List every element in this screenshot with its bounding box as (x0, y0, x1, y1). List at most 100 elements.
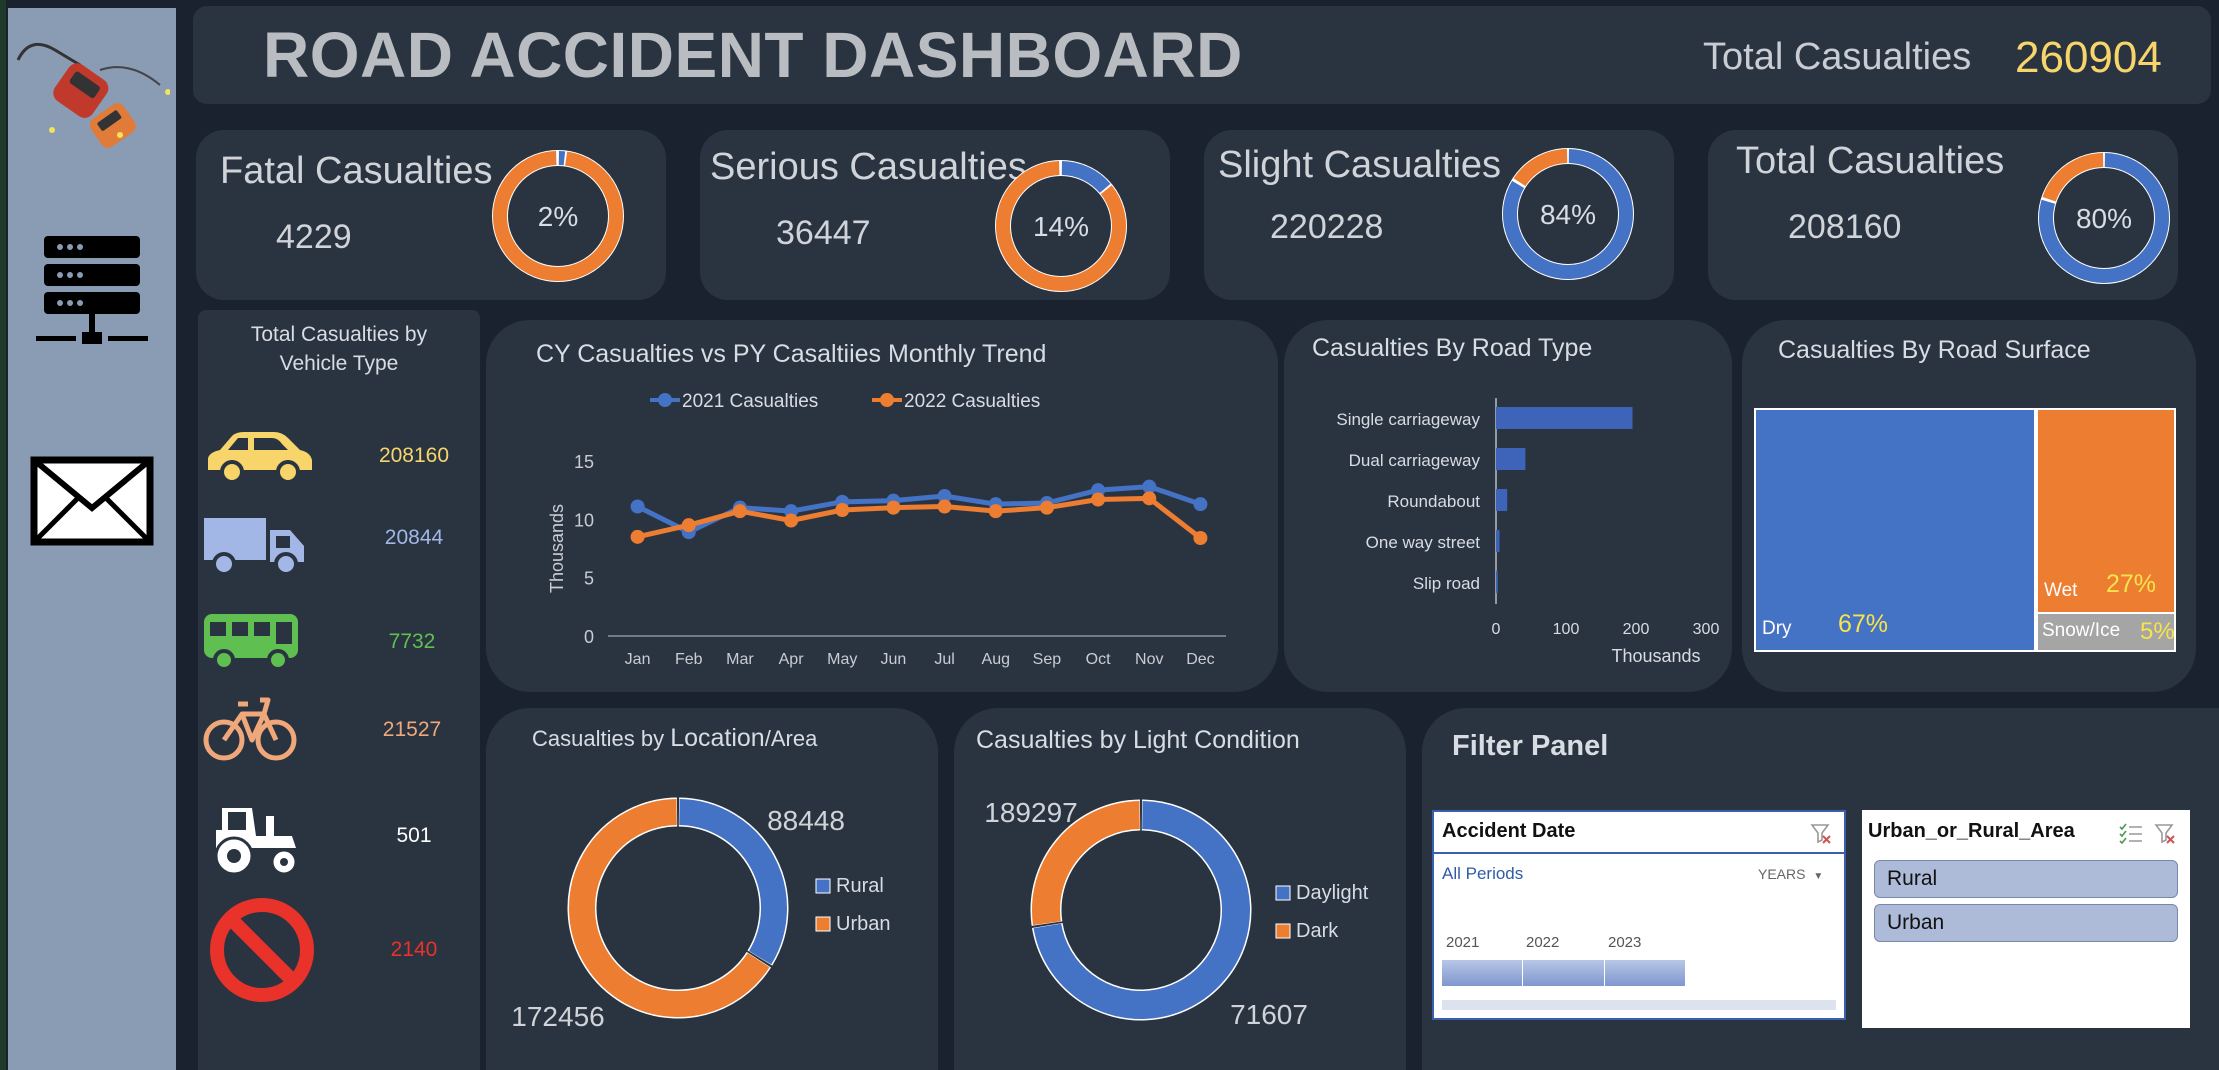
bar (1496, 530, 1500, 552)
all-periods-label[interactable]: All Periods (1442, 864, 1523, 884)
data-point (886, 500, 901, 515)
timeline-bar-2023[interactable] (1605, 960, 1685, 986)
vehicle-value: 2140 (390, 938, 438, 961)
vehicle-panel-title-line2: Vehicle Type (279, 352, 399, 375)
treemap-label: Dry (1762, 618, 1792, 639)
timeline-bar-2022[interactable] (1523, 960, 1605, 986)
legend-swatch (815, 878, 831, 894)
chevron-down-icon: ▼ (1813, 871, 1824, 882)
treemap-cell-dry: Dry 67% (1754, 408, 2036, 652)
prohibited-icon (210, 898, 314, 1002)
slice-value-label: 172456 (511, 1001, 604, 1032)
slicer-item-rural[interactable]: Rural (1874, 860, 2178, 898)
kpi-percent: 80% (2076, 203, 2132, 234)
bus-icon (204, 614, 298, 671)
vehicle-value: 21527 (382, 718, 442, 741)
time-level-dropdown[interactable]: YEARS ▼ (1758, 866, 1823, 882)
data-point (1039, 500, 1054, 515)
total-casualties-value: 260904 (2015, 33, 2162, 82)
kpi-percent: 14% (1033, 211, 1089, 242)
server-icon[interactable] (34, 234, 150, 356)
bar (1496, 407, 1633, 429)
accident-date-slicer[interactable]: Accident Date All Periods YEARS ▼ 2021 2… (1432, 810, 1846, 1020)
legend-label: Urban (836, 913, 890, 935)
kpi-label: Fatal Casualties (220, 150, 493, 192)
filter-panel: Filter Panel Accident Date All Periods Y… (1422, 708, 2219, 1070)
sheet-edge-strip (0, 0, 6, 1070)
dashboard-title: ROAD ACCIDENT DASHBOARD (263, 19, 1243, 91)
data-point (630, 499, 645, 514)
vehicle-type-panel: Total Casualties by Vehicle Type 208160 … (198, 310, 480, 1070)
kpi-value: 36447 (776, 214, 871, 252)
x-tick-label: 0 (1492, 621, 1501, 638)
x-tick-label: May (827, 651, 857, 668)
kpi-value: 4229 (276, 218, 352, 256)
monthly-trend-chart: 0 5 10 15 Thousands Jan Feb Mar Apr May Jun Jul Aug S… (547, 391, 1226, 668)
year-label: 2023 (1608, 934, 1642, 951)
treemap-pct: 67% (1838, 610, 1889, 638)
data-point (681, 518, 696, 533)
data-point (630, 529, 645, 544)
x-tick-label: Nov (1135, 651, 1163, 668)
data-point (835, 503, 850, 517)
slice-value-label: 189297 (984, 797, 1077, 828)
clear-filter-icon[interactable] (1810, 822, 1832, 844)
treemap-pct: 5% (2140, 618, 2175, 645)
x-tick-label: Sep (1033, 651, 1062, 668)
kpi-ring-other-arc (1513, 149, 1568, 187)
car-icon (208, 432, 312, 484)
legend-label: Daylight (1296, 882, 1369, 904)
vehicle-value: 20844 (384, 526, 444, 549)
kpi-donut: 2% (492, 150, 624, 282)
legend-marker (880, 393, 894, 407)
series-line (637, 495, 1202, 540)
x-tick-label: Mar (726, 651, 754, 668)
urban-rural-slicer[interactable]: Urban_or_Rural_Area Rural Urban (1862, 810, 2190, 1028)
category-label: One way street (1366, 533, 1481, 552)
slicer-title: Accident Date (1442, 820, 1576, 842)
road-surface-panel: Casualties By Road Surface Dry 67% Wet 2… (1742, 320, 2196, 692)
bar (1496, 571, 1498, 593)
road-type-chart: Single carriageway Dual carriageway Rounda… (1336, 398, 1719, 666)
mail-icon[interactable] (30, 456, 154, 548)
data-point (937, 499, 952, 514)
x-tick-label: Aug (982, 651, 1010, 668)
treemap-pct: 27% (2106, 570, 2157, 598)
kpi-card-fatal: Fatal Casualties 4229 2% (196, 130, 666, 300)
kpi-card-total: Total Casualties 208160 80% (1708, 130, 2178, 300)
filter-panel-title: Filter Panel (1452, 730, 1609, 762)
kpi-percent: 84% (1540, 199, 1596, 230)
data-point (1193, 497, 1208, 512)
slice-value-label: 71607 (1230, 999, 1308, 1030)
legend-marker (658, 393, 672, 407)
x-tick-label: 200 (1623, 621, 1650, 638)
light-panel: Casualties by Light Condition 189297 Dayl… (954, 708, 1406, 1070)
location-panel: Casualties by Location/Area 88448 Rural 17… (486, 708, 938, 1070)
bar (1496, 448, 1526, 470)
category-label: Roundabout (1387, 492, 1480, 511)
treemap-cell-snow: Snow/Ice 5% (2036, 612, 2176, 652)
year-label: 2022 (1526, 934, 1560, 951)
vehicle-value: 7732 (388, 630, 436, 653)
x-tick-label: Feb (675, 651, 703, 668)
kpi-ring-other-arc (1061, 161, 1111, 194)
timeline-scrollbar[interactable] (1442, 1000, 1836, 1010)
timeline-bar-2021[interactable] (1442, 960, 1523, 986)
vehicle-panel-title-line1: Total Casualties by (250, 323, 428, 346)
multi-select-icon[interactable] (2118, 822, 2144, 844)
treemap-cell-wet: Wet 27% (2036, 408, 2176, 614)
slicer-item-urban[interactable]: Urban (1874, 904, 2178, 942)
kpi-donut: 84% (1502, 148, 1634, 280)
legend-swatch (1275, 923, 1291, 939)
category-label: Single carriageway (1336, 410, 1480, 429)
car-crash-icon[interactable] (10, 30, 170, 160)
clear-filter-icon[interactable] (2154, 822, 2176, 844)
road-type-panel: Casualties By Road Type Single carriagew… (1284, 320, 1732, 692)
year-label: 2021 (1446, 934, 1480, 951)
legend-label: 2021 Casualties (682, 391, 818, 412)
data-point (1193, 531, 1208, 545)
category-label: Dual carriageway (1349, 451, 1481, 470)
kpi-label: Slight Casualties (1218, 144, 1502, 186)
kpi-label: Serious Casualties (710, 146, 1027, 188)
light-donut-chart: 189297 Daylight 71607 Dark (984, 797, 1369, 1030)
